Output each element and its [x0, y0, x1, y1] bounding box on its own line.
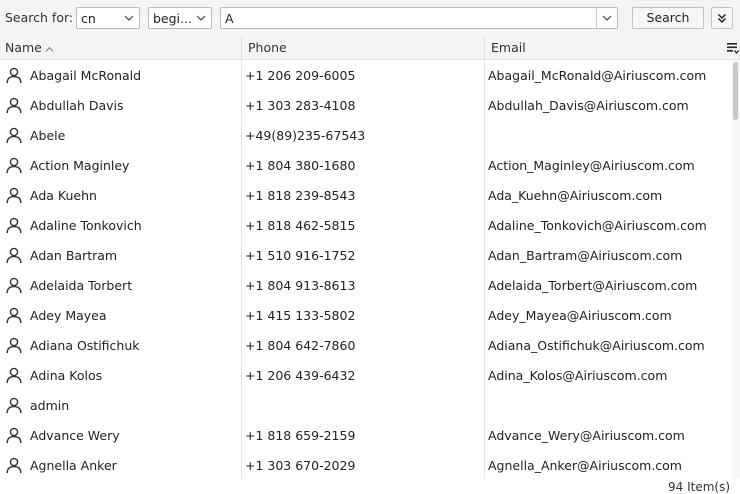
cell-name: Adey Mayea [30, 308, 107, 323]
user-icon [6, 397, 22, 414]
table-row[interactable]: Adiana Ostifichuk +1 804 642-7860 Adiana_O… [0, 331, 732, 361]
table-row[interactable]: Abagail McRonald +1 206 209-6005 Abagail_M… [0, 61, 732, 91]
user-icon [6, 337, 22, 354]
cell-phone: +1 804 913-8613 [245, 278, 356, 293]
chevron-down-icon [123, 12, 135, 24]
user-icon [6, 367, 22, 384]
column-header-name[interactable]: Name [5, 36, 54, 60]
operator-dropdown-value: begi... [153, 11, 192, 26]
cell-email: Action_Maginley@Airiuscom.com [488, 158, 695, 173]
table-row[interactable]: Adan Bartram +1 510 916-1752 Adan_Bartram@… [0, 241, 732, 271]
search-toolbar: Search for: cn begi... A Search [0, 0, 740, 36]
chevron-down-icon[interactable] [601, 12, 613, 24]
attribute-dropdown-value: cn [81, 11, 96, 26]
cell-name: Abdullah Davis [30, 98, 124, 113]
cell-phone: +1 818 462-5815 [245, 218, 356, 233]
table-row[interactable]: admin [0, 391, 732, 421]
column-header-email[interactable]: Email [491, 36, 526, 60]
cell-name: Abele [30, 128, 66, 143]
vertical-scrollbar[interactable] [732, 61, 740, 479]
cell-name: Advance Wery [30, 428, 120, 443]
attribute-dropdown[interactable]: cn [76, 7, 140, 29]
table-row[interactable]: Adelaida Torbert +1 804 913-8613 Adelaida_… [0, 271, 732, 301]
user-icon [6, 187, 22, 204]
cell-email: Adelaida_Torbert@Airiuscom.com [488, 278, 698, 293]
cell-email: Adey_Mayea@Airiuscom.com [488, 308, 672, 323]
item-count-status: 94 Item(s) [667, 480, 730, 494]
cell-phone: +1 303 670-2029 [245, 458, 356, 473]
operator-dropdown[interactable]: begi... [148, 7, 212, 29]
cell-name: Adiana Ostifichuk [30, 338, 140, 353]
cell-phone: +1 510 916-1752 [245, 248, 356, 263]
table-row[interactable]: Advance Wery +1 818 659-2159 Advance_Wery@… [0, 421, 732, 451]
cell-phone: +1 206 209-6005 [245, 68, 356, 83]
column-divider[interactable] [484, 36, 485, 60]
search-value-input[interactable]: A [225, 11, 234, 26]
cell-email: Adina_Kolos@Airiuscom.com [488, 368, 668, 383]
cell-phone: +1 303 283-4108 [245, 98, 356, 113]
cell-email: Ada_Kuehn@Airiuscom.com [488, 188, 663, 203]
more-options-button[interactable] [711, 7, 733, 29]
cell-phone: +1 206 439-6432 [245, 368, 356, 383]
table-row[interactable]: Agnella Anker +1 303 670-2029 Agnella_Anke… [0, 451, 732, 479]
cell-name: Ada Kuehn [30, 188, 97, 203]
cell-email: Adan_Bartram@Airiuscom.com [488, 248, 683, 263]
user-icon [6, 307, 22, 324]
column-header-name-label: Name [5, 40, 42, 55]
results-table: Abagail McRonald +1 206 209-6005 Abagail_M… [0, 61, 732, 479]
table-row[interactable]: Abele +49(89)235-67543 [0, 121, 732, 151]
cell-email: Adiana_Ostifichuk@Airiuscom.com [488, 338, 705, 353]
cell-email: Advance_Wery@Airiuscom.com [488, 428, 685, 443]
cell-phone: +1 415 133-5802 [245, 308, 356, 323]
table-row[interactable]: Adina Kolos +1 206 439-6432 Adina_Kolos@Ai… [0, 361, 732, 391]
cell-email: Abagail_McRonald@Airiuscom.com [488, 68, 707, 83]
cell-email: Abdullah_Davis@Airiuscom.com [488, 98, 689, 113]
user-icon [6, 457, 22, 474]
table-row[interactable]: Ada Kuehn +1 818 239-8543 Ada_Kuehn@Airius… [0, 181, 732, 211]
column-header-phone[interactable]: Phone [248, 36, 287, 60]
cell-name: Abagail McRonald [30, 68, 142, 83]
search-for-label: Search for: [5, 10, 74, 25]
user-icon [6, 217, 22, 234]
search-button[interactable]: Search [632, 7, 704, 29]
table-row[interactable]: Abdullah Davis +1 303 283-4108 Abdullah_Da… [0, 91, 732, 121]
user-icon [6, 427, 22, 444]
cell-name: Adan Bartram [30, 248, 118, 263]
user-icon [6, 277, 22, 294]
table-header: Name Phone Email [0, 36, 740, 60]
user-icon [6, 67, 22, 84]
cell-phone: +1 818 239-8543 [245, 188, 356, 203]
scrollbar-thumb[interactable] [733, 62, 738, 120]
column-divider[interactable] [241, 36, 242, 60]
cell-phone: +49(89)235-67543 [245, 128, 366, 143]
cell-phone: +1 804 380-1680 [245, 158, 356, 173]
cell-name: Adina Kolos [30, 368, 103, 383]
table-row[interactable]: Adaline Tonkovich +1 818 462-5815 Adaline_… [0, 211, 732, 241]
column-chooser-icon[interactable] [726, 41, 740, 55]
cell-name: Agnella Anker [30, 458, 117, 473]
cell-phone: +1 818 659-2159 [245, 428, 356, 443]
sort-ascending-icon [45, 37, 54, 60]
table-row[interactable]: Action Maginley +1 804 380-1680 Action_Mag… [0, 151, 732, 181]
cell-email: Adaline_Tonkovich@Airiuscom.com [488, 218, 707, 233]
search-value-combobox[interactable]: A [220, 7, 618, 29]
user-icon [6, 247, 22, 264]
user-icon [6, 127, 22, 144]
cell-name: Adelaida Torbert [30, 278, 133, 293]
cell-phone: +1 804 642-7860 [245, 338, 356, 353]
cell-name: Adaline Tonkovich [30, 218, 142, 233]
cell-name: admin [30, 398, 70, 413]
cell-email: Agnella_Anker@Airiuscom.com [488, 458, 682, 473]
combo-separator [596, 8, 597, 28]
chevron-down-icon [195, 12, 207, 24]
table-row[interactable]: Adey Mayea +1 415 133-5802 Adey_Mayea@Airi… [0, 301, 732, 331]
cell-name: Action Maginley [30, 158, 130, 173]
user-icon [6, 97, 22, 114]
user-icon [6, 157, 22, 174]
